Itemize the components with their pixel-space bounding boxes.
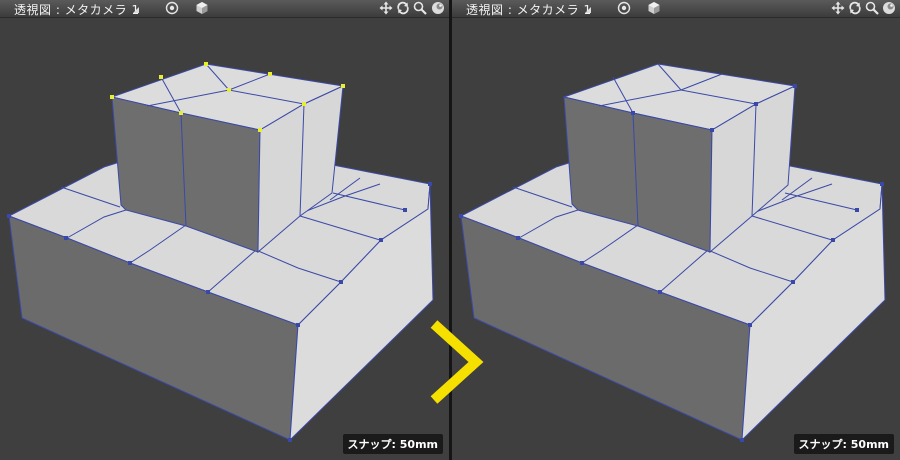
camera-target-icon[interactable]: [617, 1, 631, 15]
rotate-view-icon[interactable]: [848, 1, 862, 15]
snap-indicator: スナップ: 50mm: [342, 434, 443, 454]
rotate-view-icon[interactable]: [396, 1, 410, 15]
viewport-menu-icon[interactable]: [583, 2, 593, 14]
model-canvas[interactable]: [452, 18, 900, 460]
cube-view-icon[interactable]: [195, 1, 209, 15]
viewport-titlebar: 透視図 : メタカメラ 1: [0, 0, 449, 18]
viewport-menu-icon[interactable]: [131, 2, 141, 14]
model-canvas[interactable]: [0, 18, 449, 460]
cube-view-icon[interactable]: [647, 1, 661, 15]
zoom-view-icon[interactable]: [865, 1, 879, 15]
viewport-title[interactable]: 透視図 : メタカメラ 1: [466, 1, 592, 18]
viewport-left[interactable]: 透視図 : メタカメラ 1 スナップ: 50mm: [0, 0, 449, 460]
display-mode-icon[interactable]: [431, 1, 445, 15]
transition-arrow-icon: [430, 320, 484, 404]
viewport-titlebar: 透視図 : メタカメラ 1: [452, 0, 900, 18]
display-mode-icon[interactable]: [882, 1, 896, 15]
viewport-right[interactable]: 透視図 : メタカメラ 1 スナップ: 50mm: [452, 0, 900, 460]
camera-target-icon[interactable]: [165, 1, 179, 15]
move-view-icon[interactable]: [831, 1, 845, 15]
viewport-title[interactable]: 透視図 : メタカメラ 1: [14, 1, 140, 18]
move-view-icon[interactable]: [379, 1, 393, 15]
snap-indicator: スナップ: 50mm: [793, 434, 894, 454]
zoom-view-icon[interactable]: [413, 1, 427, 15]
